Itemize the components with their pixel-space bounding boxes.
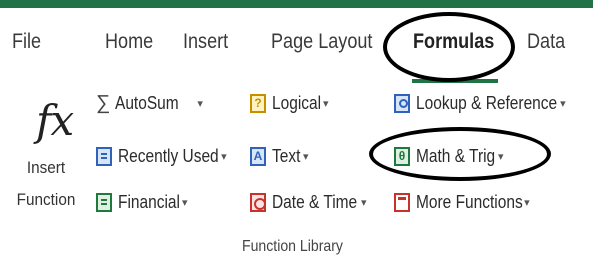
date-time-button[interactable]: Date & Time ▾ <box>250 189 367 215</box>
lookup-reference-button[interactable]: Lookup & Reference ▾ <box>394 90 566 116</box>
chevron-down-icon: ▾ <box>560 97 566 110</box>
logical-button[interactable]: ? Logical ▾ <box>250 90 329 116</box>
magnifier-icon <box>394 93 410 113</box>
chevron-down-icon: ▾ <box>361 196 367 209</box>
date-time-label: Date & Time <box>272 191 358 212</box>
autosum-button[interactable]: ∑ AutoSum ▾ <box>96 90 203 116</box>
logical-label: Logical <box>272 92 322 113</box>
tab-file[interactable]: File <box>12 30 41 54</box>
chevron-down-icon: ▾ <box>323 97 329 110</box>
chevron-down-icon: ▾ <box>221 150 227 163</box>
recently-used-label: Recently Used <box>118 145 219 166</box>
clock-icon <box>250 192 266 212</box>
recently-used-button[interactable]: Recently Used ▾ <box>96 143 227 169</box>
chevron-down-icon: ▾ <box>197 97 203 110</box>
question-icon: ? <box>250 93 266 113</box>
chevron-down-icon: ▾ <box>182 196 188 209</box>
insert-function-label-line2: Function <box>16 190 76 209</box>
sigma-icon: ∑ <box>96 92 111 114</box>
financial-label: Financial <box>118 191 180 212</box>
autosum-label: AutoSum <box>115 92 179 113</box>
more-functions-label: More Functions <box>416 191 523 212</box>
tab-data[interactable]: Data <box>527 30 565 54</box>
more-functions-button[interactable]: More Functions ▾ <box>394 189 530 215</box>
insert-function-icon: fx <box>36 96 74 145</box>
book-icon <box>96 146 112 166</box>
chevron-down-icon: ▾ <box>524 196 530 209</box>
book-icon <box>96 192 112 212</box>
tab-home[interactable]: Home <box>105 30 153 54</box>
ribbon-top-bar <box>0 0 593 8</box>
chevron-down-icon: ▾ <box>498 150 504 163</box>
theta-icon: θ <box>394 146 410 166</box>
math-trig-label: Math & Trig <box>416 145 496 166</box>
text-label: Text <box>272 145 301 166</box>
more-functions-icon <box>394 192 410 212</box>
chevron-down-icon: ▾ <box>303 150 309 163</box>
tab-page-layout[interactable]: Page Layout <box>271 30 372 54</box>
insert-function-label-line1: Insert <box>26 158 66 177</box>
lookup-reference-label: Lookup & Reference <box>416 92 558 113</box>
text-a-icon: A <box>250 146 266 166</box>
function-library-group-label: Function Library <box>242 238 343 255</box>
math-trig-button[interactable]: θ Math & Trig ▾ <box>394 143 504 169</box>
text-button[interactable]: A Text ▾ <box>250 143 309 169</box>
financial-button[interactable]: Financial ▾ <box>96 189 188 215</box>
highlight-circle-formulas <box>383 12 515 82</box>
tab-insert[interactable]: Insert <box>183 30 228 54</box>
